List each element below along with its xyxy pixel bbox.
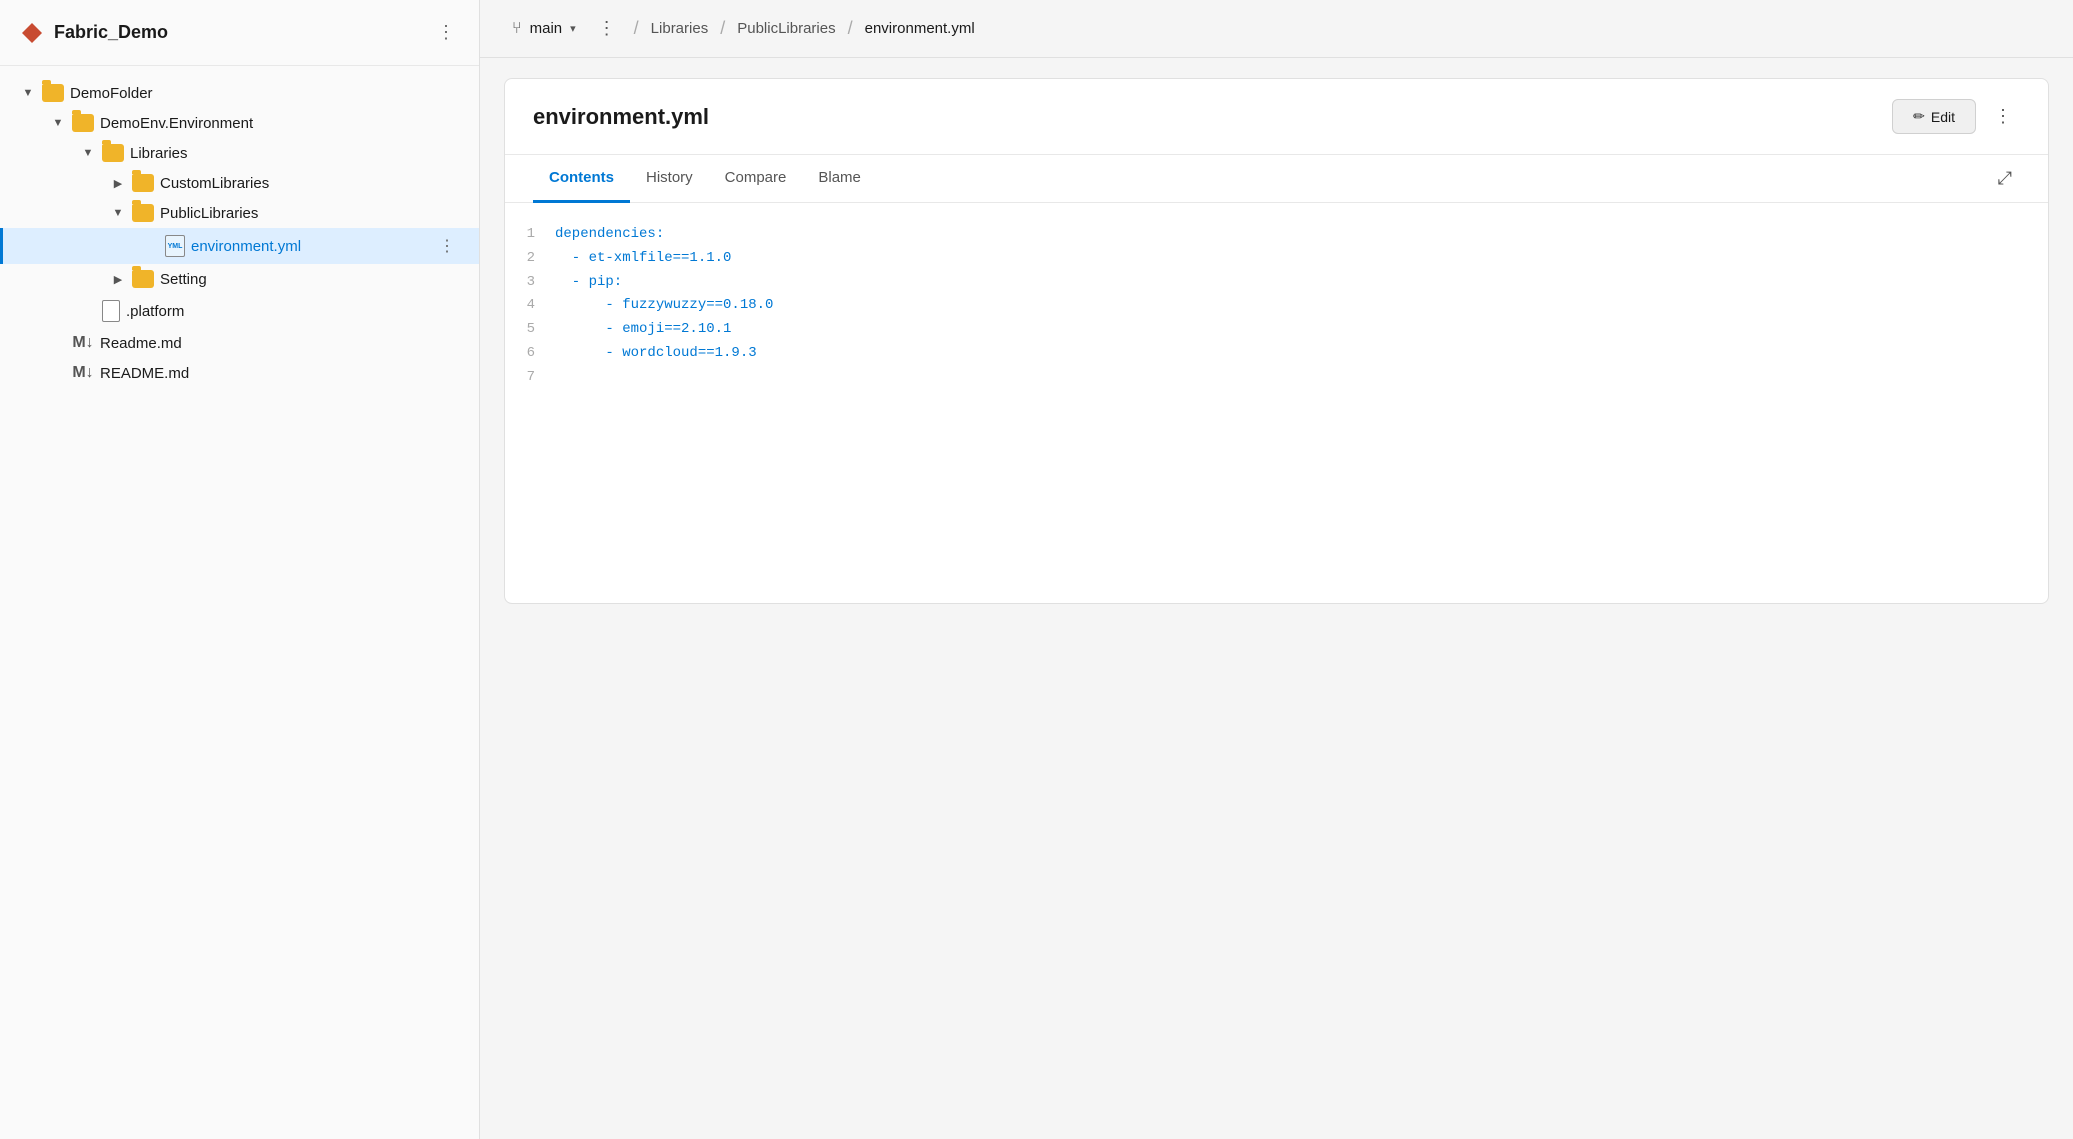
breadcrumb-libraries[interactable]: Libraries	[651, 20, 709, 37]
chevron-icon	[80, 145, 96, 161]
code-line-3: 3 - pip:	[505, 271, 2048, 295]
tree-item-libraries[interactable]: Libraries	[0, 138, 479, 168]
line-number: 4	[505, 294, 555, 318]
tree-item-demofolder[interactable]: DemoFolder	[0, 78, 479, 108]
tree-item-demoenv[interactable]: DemoEnv.Environment	[0, 108, 479, 138]
line-content	[555, 366, 2048, 390]
tree-item-label: .platform	[126, 303, 459, 320]
line-content: - pip:	[555, 271, 2048, 295]
tree-item-label: README.md	[100, 365, 459, 382]
file-tree: DemoFolder DemoEnv.Environment Libraries…	[0, 66, 479, 1139]
tree-item-label: Setting	[160, 271, 459, 288]
sidebar-header: Fabric_Demo ⋮	[0, 0, 479, 66]
chevron-down-icon: ▾	[570, 22, 576, 35]
edit-button[interactable]: ✏ Edit	[1892, 99, 1976, 134]
branch-name: main	[530, 20, 563, 37]
sidebar-more-icon[interactable]: ⋮	[433, 18, 459, 47]
tab-compare[interactable]: Compare	[709, 155, 803, 203]
tabs-list: Contents History Compare Blame	[533, 155, 877, 202]
file-title: environment.yml	[533, 104, 709, 130]
branch-selector[interactable]: ⑂ main ▾	[504, 16, 584, 42]
code-line-7: 7	[505, 366, 2048, 390]
file-tabs: Contents History Compare Blame ⤢	[505, 155, 2048, 203]
code-line-5: 5 - emoji==2.10.1	[505, 318, 2048, 342]
code-view: 1 dependencies: 2 - et-xmlfile==1.1.0 3 …	[505, 203, 2048, 603]
chevron-icon	[50, 115, 66, 131]
chevron-icon	[20, 85, 36, 101]
tab-history[interactable]: History	[630, 155, 709, 203]
breadcrumb-separator: /	[848, 18, 853, 39]
tree-item-readme-md-upper[interactable]: M↓ README.md	[0, 358, 479, 388]
tree-item-label: CustomLibraries	[160, 175, 459, 192]
tree-item-label: DemoEnv.Environment	[100, 115, 459, 132]
code-line-2: 2 - et-xmlfile==1.1.0	[505, 247, 2048, 271]
folder-icon	[102, 144, 124, 162]
breadcrumb-current: environment.yml	[865, 20, 975, 37]
code-line-1: 1 dependencies:	[505, 223, 2048, 247]
tree-item-environment-yml[interactable]: YML environment.yml ⋮	[0, 228, 479, 264]
tree-item-publiclibraries[interactable]: PublicLibraries	[0, 198, 479, 228]
chevron-icon	[110, 175, 126, 191]
chevron-icon	[110, 205, 126, 221]
main-content: ⑂ main ▾ ⋮ / Libraries / PublicLibraries…	[480, 0, 2073, 1139]
tree-item-platform[interactable]: .platform	[0, 294, 479, 328]
content-area: environment.yml ✏ Edit ⋮ Contents Histor…	[480, 58, 2073, 1139]
topbar: ⑂ main ▾ ⋮ / Libraries / PublicLibraries…	[480, 0, 2073, 58]
line-number: 2	[505, 247, 555, 271]
breadcrumb-separator: /	[720, 18, 725, 39]
chevron-icon	[110, 271, 126, 287]
tree-item-label: Libraries	[130, 145, 459, 162]
file-header: environment.yml ✏ Edit ⋮	[505, 79, 2048, 155]
code-line-6: 6 - wordcloud==1.9.3	[505, 342, 2048, 366]
expand-icon[interactable]: ⤢	[1990, 160, 2020, 197]
edit-label: Edit	[1931, 109, 1955, 125]
line-number: 6	[505, 342, 555, 366]
tab-blame[interactable]: Blame	[802, 155, 877, 203]
folder-icon	[72, 114, 94, 132]
tree-item-readme-md[interactable]: M↓ Readme.md	[0, 328, 479, 358]
tree-item-label: DemoFolder	[70, 85, 459, 102]
sidebar-title-area: Fabric_Demo	[20, 21, 168, 45]
folder-icon	[132, 174, 154, 192]
line-number: 5	[505, 318, 555, 342]
breadcrumb-publiclibraries[interactable]: PublicLibraries	[737, 20, 835, 37]
file-icon	[102, 300, 120, 322]
line-number: 3	[505, 271, 555, 295]
tree-item-label: Readme.md	[100, 335, 459, 352]
tree-item-label: environment.yml	[191, 238, 429, 255]
line-number: 1	[505, 223, 555, 247]
file-more-icon[interactable]: ⋮	[1986, 102, 2020, 131]
line-content: - wordcloud==1.9.3	[555, 342, 2048, 366]
branch-icon: ⑂	[512, 20, 522, 38]
md-file-icon: M↓	[72, 334, 94, 352]
yml-file-icon: YML	[165, 235, 185, 257]
line-content: dependencies:	[555, 223, 2048, 247]
line-content: - emoji==2.10.1	[555, 318, 2048, 342]
pencil-icon: ✏	[1913, 108, 1925, 125]
folder-icon	[42, 84, 64, 102]
breadcrumb-separator: /	[634, 18, 639, 39]
tab-contents[interactable]: Contents	[533, 155, 630, 203]
md-file-icon: M↓	[72, 364, 94, 382]
line-number: 7	[505, 366, 555, 390]
line-content: - fuzzywuzzy==0.18.0	[555, 294, 2048, 318]
tree-item-customlibraries[interactable]: CustomLibraries	[0, 168, 479, 198]
fabric-logo-icon	[20, 21, 44, 45]
file-header-actions: ✏ Edit ⋮	[1892, 99, 2020, 134]
code-line-4: 4 - fuzzywuzzy==0.18.0	[505, 294, 2048, 318]
tree-item-setting[interactable]: Setting	[0, 264, 479, 294]
topbar-more-icon[interactable]: ⋮	[592, 14, 622, 43]
sidebar: Fabric_Demo ⋮ DemoFolder DemoEnv.Environ…	[0, 0, 480, 1139]
line-content: - et-xmlfile==1.1.0	[555, 247, 2048, 271]
file-view: environment.yml ✏ Edit ⋮ Contents Histor…	[504, 78, 2049, 604]
folder-icon	[132, 270, 154, 288]
tree-item-more-icon[interactable]: ⋮	[435, 234, 459, 258]
folder-icon	[132, 204, 154, 222]
app-title: Fabric_Demo	[54, 22, 168, 43]
tree-item-label: PublicLibraries	[160, 205, 459, 222]
